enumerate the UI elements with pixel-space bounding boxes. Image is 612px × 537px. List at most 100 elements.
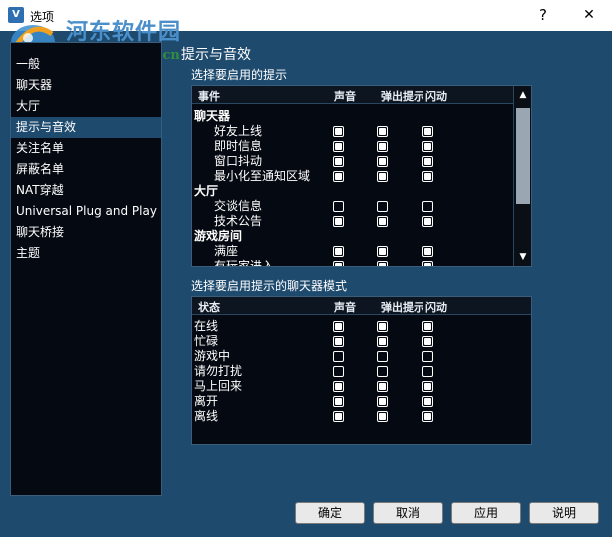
sound-checkbox[interactable] (333, 351, 344, 362)
list-row: 马上回来 (192, 379, 531, 394)
help-title-button[interactable]: ? (520, 0, 566, 31)
popup-checkbox[interactable] (377, 411, 388, 422)
list-row: 好友上线 (192, 124, 531, 139)
events-list-header: 事件 声音 弹出提示 闪动 (192, 86, 531, 104)
flash-checkbox[interactable] (422, 411, 433, 422)
flash-checkbox[interactable] (422, 141, 433, 152)
options-sidebar: 一般 聊天器 大厅 提示与音效 关注名单 屏蔽名单 NAT穿越 Universal Plug … (10, 42, 162, 496)
sound-checkbox[interactable] (333, 381, 344, 392)
row-label: 最小化至通知区域 (214, 169, 311, 183)
flash-checkbox[interactable] (422, 351, 433, 362)
sidebar-item[interactable]: 聊天桥接 (11, 222, 161, 243)
popup-checkbox[interactable] (377, 216, 388, 227)
cancel-button[interactable]: 取消 (373, 502, 443, 524)
flash-checkbox[interactable] (422, 261, 433, 266)
popup-checkbox[interactable] (377, 201, 388, 212)
row-label: 请勿打扰 (194, 364, 243, 378)
popup-checkbox[interactable] (377, 321, 388, 332)
list-row: 技术公告 (192, 214, 531, 229)
popup-checkbox[interactable] (377, 366, 388, 377)
column-flash: 闪动 (425, 301, 447, 314)
popup-checkbox[interactable] (377, 351, 388, 362)
status-group-label: 选择要启用提示的聊天器模式 (191, 279, 348, 293)
sound-checkbox[interactable] (333, 171, 344, 182)
events-listbox[interactable]: 事件 声音 弹出提示 闪动 ▲ ▼ 聊天器 好友上线 即时信息 窗口抖动 最小化至通知区… (191, 85, 532, 267)
row-label: 即时信息 (214, 139, 263, 153)
flash-checkbox[interactable] (422, 336, 433, 347)
popup-checkbox[interactable] (377, 396, 388, 407)
list-row: 离开 (192, 394, 531, 409)
flash-checkbox[interactable] (422, 246, 433, 257)
sound-checkbox[interactable] (333, 366, 344, 377)
sound-checkbox[interactable] (333, 246, 344, 257)
list-row: 满座 (192, 244, 531, 259)
apply-button[interactable]: 应用 (451, 502, 521, 524)
row-label: 好友上线 (214, 124, 263, 138)
popup-checkbox[interactable] (377, 126, 388, 137)
status-list-header: 状态 声音 弹出提示 闪动 (192, 297, 531, 315)
category-label: 聊天器 (194, 109, 231, 123)
help-button[interactable]: 说明 (529, 502, 599, 524)
ok-button[interactable]: 确定 (295, 502, 365, 524)
sound-checkbox[interactable] (333, 216, 344, 227)
popup-checkbox[interactable] (377, 381, 388, 392)
sidebar-item[interactable]: 一般 (11, 54, 161, 75)
row-label: 在线 (194, 319, 219, 333)
flash-checkbox[interactable] (422, 366, 433, 377)
row-label: 忙碌 (194, 334, 219, 348)
sound-checkbox[interactable] (333, 126, 344, 137)
list-row: 交谈信息 (192, 199, 531, 214)
sound-checkbox[interactable] (333, 336, 344, 347)
list-row: 聊天器 (192, 109, 531, 124)
column-sound: 声音 (334, 301, 356, 314)
sidebar-item[interactable]: 关注名单 (11, 138, 161, 159)
list-row: 在线 (192, 319, 531, 334)
sound-checkbox[interactable] (333, 261, 344, 266)
close-button[interactable]: ✕ (566, 0, 612, 31)
row-label: 技术公告 (214, 214, 263, 228)
sound-checkbox[interactable] (333, 321, 344, 332)
row-label: 离线 (194, 409, 219, 423)
sound-checkbox[interactable] (333, 411, 344, 422)
list-row: 游戏中 (192, 349, 531, 364)
popup-checkbox[interactable] (377, 171, 388, 182)
flash-checkbox[interactable] (422, 381, 433, 392)
title-bar: V 选项 ? ✕ (0, 0, 612, 31)
row-label: 交谈信息 (214, 199, 263, 213)
column-sound: 声音 (334, 90, 356, 103)
column-event: 事件 (198, 90, 220, 103)
sidebar-item[interactable]: NAT穿越 (11, 180, 161, 201)
sidebar-item[interactable]: 聊天器 (11, 75, 161, 96)
popup-checkbox[interactable] (377, 336, 388, 347)
sidebar-item[interactable]: 提示与音效 (11, 117, 161, 138)
flash-checkbox[interactable] (422, 321, 433, 332)
sound-checkbox[interactable] (333, 396, 344, 407)
row-label: 窗口抖动 (214, 154, 263, 168)
flash-checkbox[interactable] (422, 156, 433, 167)
flash-checkbox[interactable] (422, 171, 433, 182)
flash-checkbox[interactable] (422, 216, 433, 227)
sound-checkbox[interactable] (333, 156, 344, 167)
sidebar-item[interactable]: Universal Plug and Play（UI (11, 201, 161, 222)
popup-checkbox[interactable] (377, 246, 388, 257)
status-listbox[interactable]: 状态 声音 弹出提示 闪动 在线 忙碌 游戏中 请勿打扰 马上回来 离开 离线 (191, 296, 532, 445)
popup-checkbox[interactable] (377, 156, 388, 167)
popup-checkbox[interactable] (377, 141, 388, 152)
events-group-label: 选择要启用的提示 (191, 68, 288, 82)
sidebar-item[interactable]: 屏蔽名单 (11, 159, 161, 180)
flash-checkbox[interactable] (422, 396, 433, 407)
list-row: 游戏房间 (192, 229, 531, 244)
list-row: 大厅 (192, 184, 531, 199)
sidebar-item[interactable]: 大厅 (11, 96, 161, 117)
app-icon: V (8, 7, 24, 23)
flash-checkbox[interactable] (422, 126, 433, 137)
flash-checkbox[interactable] (422, 201, 433, 212)
sound-checkbox[interactable] (333, 141, 344, 152)
list-row: 有玩家进入 (192, 259, 531, 266)
sound-checkbox[interactable] (333, 201, 344, 212)
row-label: 满座 (214, 244, 239, 258)
sidebar-item[interactable]: 主题 (11, 243, 161, 264)
popup-checkbox[interactable] (377, 261, 388, 266)
scroll-up-icon[interactable]: ▲ (514, 86, 531, 104)
row-label: 马上回来 (194, 379, 243, 393)
